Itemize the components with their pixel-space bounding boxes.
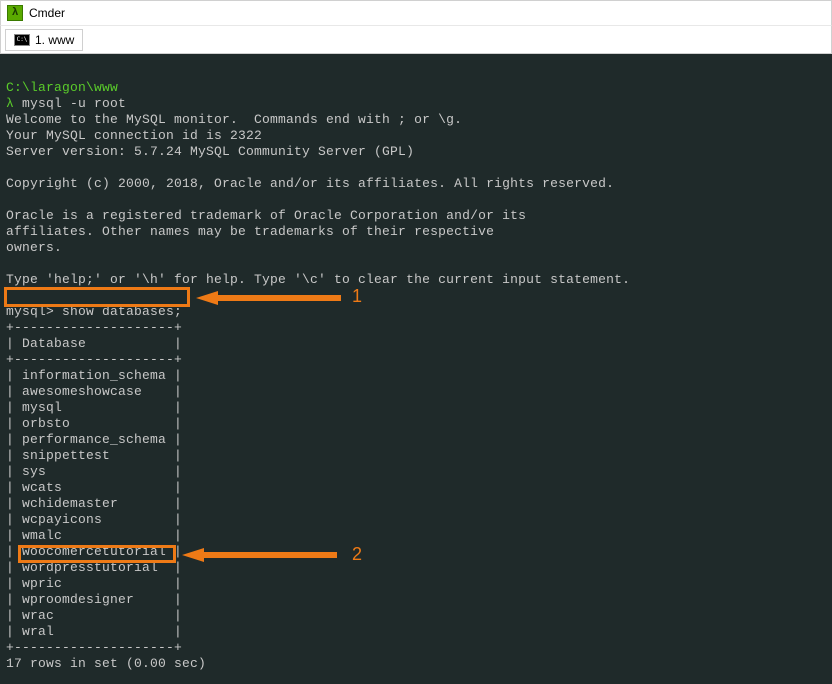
- db-row: | performance_schema |: [6, 432, 182, 447]
- db-row: | wchidemaster |: [6, 496, 182, 511]
- prompt-path: C:\laragon\www: [6, 80, 118, 95]
- tab-label: 1. www: [35, 33, 74, 47]
- copyright: Copyright (c) 2000, 2018, Oracle and/or …: [6, 176, 614, 191]
- db-row: | wordpresstutorial |: [6, 560, 182, 575]
- terminal-output[interactable]: C:\laragon\www λ mysql -u root Welcome t…: [0, 54, 832, 684]
- table-sep-bot: +--------------------+: [6, 640, 182, 655]
- table-sep-mid: +--------------------+: [6, 352, 182, 367]
- welcome-1: Welcome to the MySQL monitor. Commands e…: [6, 112, 462, 127]
- table-sep-top: +--------------------+: [6, 320, 182, 335]
- db-row: | awesomeshowcase |: [6, 384, 182, 399]
- db-row: | wmalc |: [6, 528, 182, 543]
- arrow-2-icon: [182, 548, 342, 562]
- lambda-icon: λ: [7, 5, 23, 21]
- db-row: | wral |: [6, 624, 182, 639]
- arrow-1-icon: [196, 291, 346, 305]
- db-row: | snippettest |: [6, 448, 182, 463]
- welcome-2: Your MySQL connection id is 2322: [6, 128, 262, 143]
- welcome-3: Server version: 5.7.24 MySQL Community S…: [6, 144, 414, 159]
- db-row: | woocomercetutorial |: [6, 544, 182, 559]
- trademark-3: owners.: [6, 240, 62, 255]
- db-row: | information_schema |: [6, 368, 182, 383]
- prompt-symbol: λ: [6, 96, 14, 111]
- tab-bar: 1. www: [0, 26, 832, 54]
- trademark-2: affiliates. Other names may be trademark…: [6, 224, 494, 239]
- command-show-db: show databases;: [62, 304, 182, 319]
- db-row: | wcpayicons |: [6, 512, 182, 527]
- tab-www[interactable]: 1. www: [5, 29, 83, 51]
- db-row: | mysql |: [6, 400, 182, 415]
- window-titlebar[interactable]: λ Cmder: [0, 0, 832, 26]
- annotation-2: 2: [352, 546, 362, 562]
- command-mysql: mysql -u root: [22, 96, 126, 111]
- result-rows: 17 rows in set (0.00 sec): [6, 656, 206, 671]
- annotation-1: 1: [352, 288, 362, 304]
- db-row: | wpric |: [6, 576, 182, 591]
- db-row: | orbsto |: [6, 416, 182, 431]
- db-row: | sys |: [6, 464, 182, 479]
- mysql-prompt: mysql>: [6, 304, 54, 319]
- window-title: Cmder: [29, 6, 65, 20]
- trademark-1: Oracle is a registered trademark of Orac…: [6, 208, 526, 223]
- table-header: | Database |: [6, 336, 182, 351]
- help-line: Type 'help;' or '\h' for help. Type '\c'…: [6, 272, 630, 287]
- db-row: | wcats |: [6, 480, 182, 495]
- db-row: | wrac |: [6, 608, 182, 623]
- console-icon: [14, 34, 30, 46]
- db-row: | wproomdesigner |: [6, 592, 182, 607]
